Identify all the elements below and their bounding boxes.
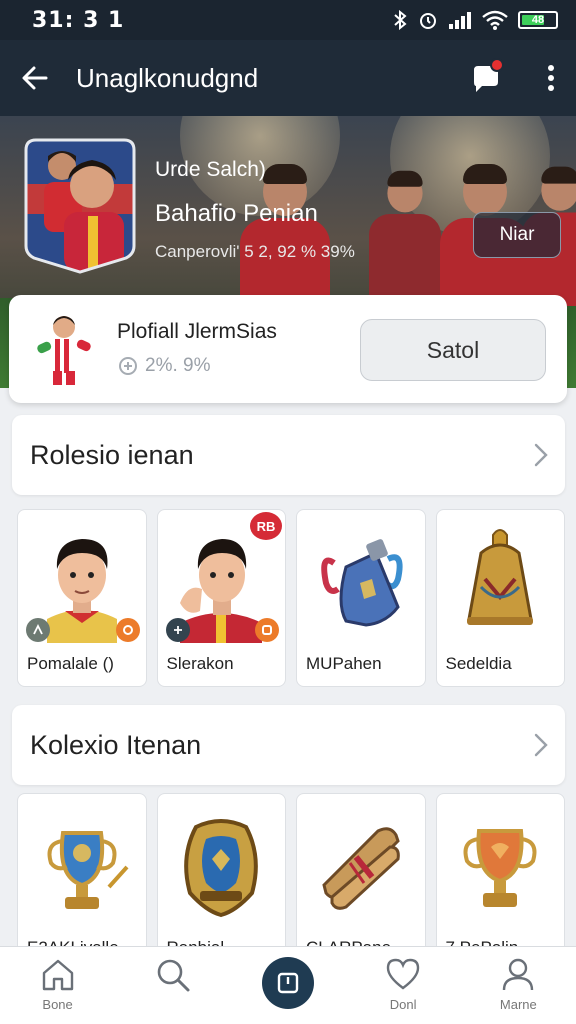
collection-tile[interactable]: Pomalale () <box>17 509 147 687</box>
battery-icon: 48 <box>518 11 558 29</box>
section-header-1[interactable]: Rolesio ienan <box>12 415 565 495</box>
chat-button[interactable] <box>468 58 508 98</box>
badge-left-icon <box>165 618 190 642</box>
collection-tile[interactable]: RB Slerakon <box>156 509 286 687</box>
square-icon <box>277 972 299 994</box>
scroll-icon <box>322 827 400 910</box>
badge-right-icon <box>115 618 140 642</box>
badge-right-icon <box>255 618 279 642</box>
collection-grid-2: E2AKLivalle Ranbial CLARPane <box>17 793 565 971</box>
player-summary-card: Plofiall JlermSias 2%. 9% Satol <box>9 295 567 403</box>
hero-action-button[interactable]: Niar <box>473 212 561 258</box>
collection-tile[interactable]: MUPahen <box>296 509 426 687</box>
nav-home[interactable]: Bone <box>8 957 108 1012</box>
nav-center[interactable] <box>238 957 338 1009</box>
more-options-icon[interactable] <box>546 63 556 93</box>
player-stat: 2%. 9% <box>145 355 211 376</box>
section-header-2[interactable]: Kolexio Itenan <box>12 705 565 785</box>
tile-label: Pomalale () <box>27 654 114 673</box>
search-icon <box>157 959 190 992</box>
player-avatar <box>37 316 91 385</box>
collection-tile[interactable]: Ranbial <box>156 793 286 971</box>
collection-tile[interactable]: E2AKLivalle <box>17 793 147 971</box>
rating-icon <box>119 357 137 375</box>
nav-profile-label: Marne <box>499 997 537 1012</box>
bottom-nav: Bone Donl Marne <box>0 946 576 1024</box>
tile-label: MUPahen <box>306 654 382 673</box>
alarm-icon <box>420 13 436 29</box>
notification-dot <box>490 58 504 72</box>
nav-home-label: Bone <box>42 997 73 1012</box>
hero-player-name: Bahafio Penian <box>155 200 318 227</box>
back-arrow-icon[interactable] <box>20 63 50 93</box>
section-title-1: Rolesio ienan <box>30 439 194 470</box>
nav-center-button[interactable] <box>261 957 314 1009</box>
section-title-2: Kolexio Itenan <box>30 729 202 760</box>
potion-flask-icon <box>321 539 403 627</box>
app-bar: Unaglkonudgnd <box>0 40 576 116</box>
heart-icon <box>386 958 420 990</box>
wifi-icon <box>482 10 508 30</box>
home-icon <box>42 959 73 991</box>
chevron-right-icon <box>534 443 548 467</box>
cup-trophy-icon <box>463 829 537 907</box>
chevron-right-icon <box>534 733 548 757</box>
profile-icon <box>503 958 534 991</box>
nav-search[interactable] <box>123 957 223 993</box>
player-stat-row: 2%. 9% <box>117 355 210 377</box>
select-player-button[interactable]: Satol <box>360 319 546 381</box>
collection-grid-1: Pomalale () RB Slerakon MUPahen Sedeldia <box>17 509 565 687</box>
hero-info: Urde Salch) Bahafio Penian Canperovli' 5… <box>155 158 355 262</box>
bluetooth-icon <box>394 10 407 30</box>
battery-level: 48 <box>531 14 545 26</box>
shield-icon <box>184 819 259 918</box>
signal-icon <box>449 12 471 29</box>
player-name: Plofiall JlermSias <box>117 320 277 343</box>
nav-favorites[interactable]: Donl <box>353 957 453 1012</box>
collection-tile[interactable]: CLARPane <box>296 793 426 971</box>
tile-label: Sedeldia <box>445 654 512 673</box>
hero-line-1: Urde Salch) <box>155 158 266 181</box>
status-bar: 31: 3 1 48 <box>0 0 576 40</box>
tile-label: Slerakon <box>166 654 234 673</box>
hero-stats: Canperovli' 5 2, 92 % 39% <box>155 242 355 261</box>
page-title: Unaglkonudgnd <box>76 62 259 93</box>
nav-profile[interactable]: Marne <box>468 957 568 1012</box>
tile-tag-badge: RB <box>250 512 282 540</box>
nav-favorites-label: Donl <box>389 997 417 1012</box>
collection-tile[interactable]: Sedeldia <box>435 509 565 687</box>
player-portrait-card[interactable] <box>22 134 138 274</box>
collection-tile[interactable]: 7 PePolin <box>435 793 565 971</box>
bell-icon <box>467 529 534 625</box>
trophy-icon <box>47 831 129 909</box>
status-time: 31: 3 1 <box>32 7 125 33</box>
status-icons: 48 <box>392 10 558 30</box>
badge-left-icon <box>26 618 50 642</box>
